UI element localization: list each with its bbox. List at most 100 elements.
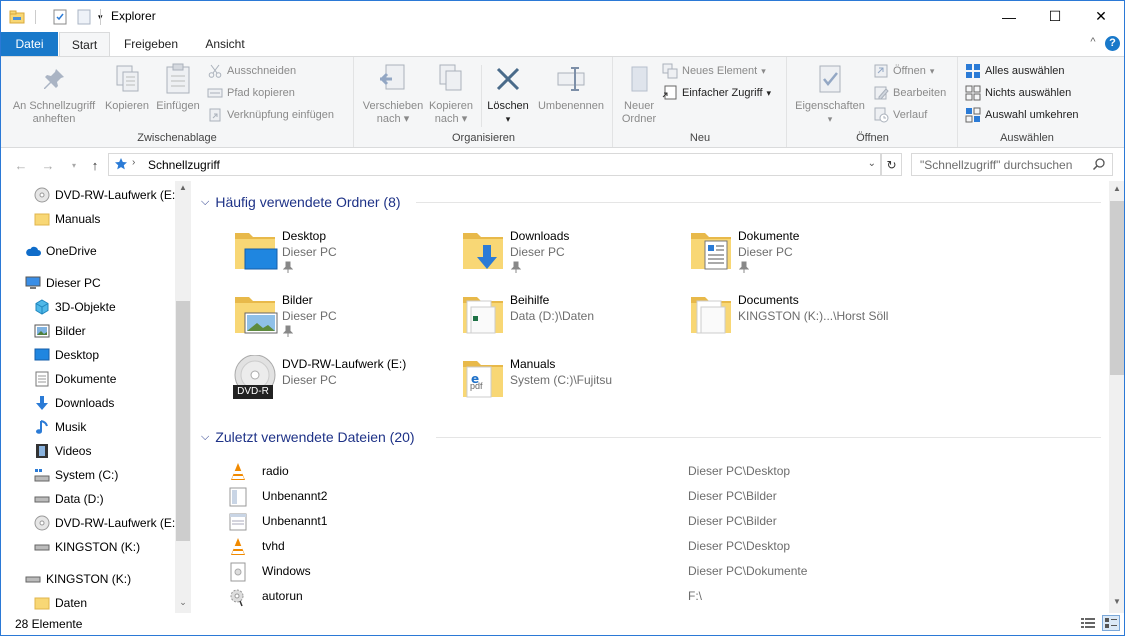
nav-item-daten[interactable]: Daten (1, 592, 175, 614)
collapse-ribbon-icon[interactable]: ^ (1086, 36, 1100, 50)
nav-item-3d-objects[interactable]: 3D-Objekte (1, 296, 175, 318)
drive-icon (34, 491, 50, 507)
easy-access-button[interactable]: Einfacher Zugriff ▾ (662, 83, 771, 103)
properties-button[interactable]: Eigenschaften ▾ (790, 63, 870, 126)
nav-item-videos[interactable]: Videos (1, 440, 175, 462)
dvd-icon (34, 515, 50, 531)
new-item-label: Neues Element (682, 65, 758, 77)
move-to-button[interactable]: Verschieben nach ▾ (357, 63, 429, 126)
nav-item-system-c[interactable]: System (C:) (1, 464, 175, 486)
address-dropdown-icon[interactable]: ⌄ (868, 158, 876, 169)
tile-dokumente[interactable]: Dokumente Dieser PC (687, 227, 887, 283)
documents-icon (34, 371, 50, 387)
tile-desktop[interactable]: Desktop Dieser PC (231, 227, 431, 283)
tab-start[interactable]: Start (59, 32, 110, 57)
select-none-button[interactable]: Nichts auswählen (965, 83, 1071, 103)
recent-file-row[interactable]: Unbenannt1 Dieser PC\Bilder (226, 509, 1096, 534)
maximize-button[interactable]: ☐ (1032, 1, 1078, 32)
nav-item-dvd-2[interactable]: DVD-RW-Laufwerk (E:) (1, 512, 179, 534)
nav-item-kingston[interactable]: KINGSTON (K:) (1, 536, 175, 558)
nav-item-bilder[interactable]: Bilder (1, 320, 175, 342)
search-box[interactable]: "Schnellzugriff" durchsuchen (911, 153, 1113, 176)
history-label: Verlauf (893, 109, 928, 121)
nav-item-kingston-root[interactable]: KINGSTON (K:) (1, 568, 175, 590)
nav-item-data-d[interactable]: Data (D:) (1, 488, 175, 510)
nav-item-onedrive[interactable]: OneDrive (1, 240, 175, 262)
select-all-button[interactable]: Alles auswählen (965, 61, 1065, 81)
tile-manuals[interactable]: e pdf Manuals System (C:)\Fujitsu (459, 355, 659, 411)
open-button[interactable]: Öffnen ▾ (873, 61, 934, 81)
open-label: Öffnen (893, 65, 926, 77)
dvd-badge: DVD-R (233, 385, 273, 399)
recent-file-row[interactable]: radio Dieser PC\Desktop (226, 459, 1096, 484)
file-path: Dieser PC\Desktop (688, 464, 791, 478)
nav-scrollbar[interactable]: ▲ ⌄ (175, 181, 191, 613)
forward-button[interactable]: → (39, 157, 57, 173)
pin-quick-access-button[interactable]: An Schnellzugriff anheften (5, 63, 103, 126)
details-view-icon[interactable] (1080, 616, 1096, 630)
pin-label-2: anheften (32, 113, 76, 125)
edit-button[interactable]: Bearbeiten (873, 83, 946, 103)
pin-icon (738, 261, 750, 273)
nav-item-dokumente[interactable]: Dokumente (1, 368, 175, 390)
scroll-up-icon[interactable]: ▲ (1109, 184, 1124, 196)
scroll-down-icon[interactable]: ▼ (1109, 597, 1124, 609)
copy-button[interactable]: Kopieren (102, 63, 152, 113)
minimize-button[interactable]: — (986, 1, 1032, 32)
help-icon[interactable]: ? (1105, 36, 1120, 51)
address-bar[interactable]: › Schnellzugriff ⌄ (108, 153, 881, 176)
nav-item-desktop[interactable]: Desktop (1, 344, 175, 366)
properties-qat-icon[interactable] (52, 9, 68, 25)
tile-beihilfe[interactable]: Beihilfe Data (D:)\Daten (459, 291, 659, 347)
recent-file-row[interactable]: Windows Dieser PC\Dokumente (226, 559, 1096, 584)
paste-shortcut-button[interactable]: Verknüpfung einfügen (207, 105, 334, 125)
recent-file-row[interactable]: autorun F:\ (226, 584, 1096, 609)
tiles-view-icon[interactable] (1102, 615, 1120, 631)
back-button[interactable]: ← (12, 157, 30, 173)
section-divider (416, 202, 1101, 203)
tile-location: Dieser PC (282, 245, 337, 259)
refresh-button[interactable]: ↻ (881, 153, 902, 176)
group-clipboard: An Schnellzugriff anheften Kopieren Einf… (1, 57, 354, 147)
delete-button[interactable]: Löschen ▾ (483, 63, 533, 126)
new-folder-qat-icon[interactable] (76, 9, 92, 25)
invert-selection-button[interactable]: Auswahl umkehren (965, 105, 1079, 125)
paste-button[interactable]: Einfügen (153, 63, 203, 113)
up-button[interactable]: ↑ (86, 157, 104, 173)
copy-to-button[interactable]: Kopieren nach ▾ (425, 63, 477, 126)
new-item-button[interactable]: Neues Element ▾ (662, 61, 766, 81)
nav-scroll-down-icon[interactable]: ⌄ (175, 597, 191, 609)
history-button[interactable]: Verlauf (873, 105, 927, 125)
nav-item-manuals[interactable]: Manuals (1, 208, 175, 230)
nav-item-dvd[interactable]: DVD-RW-Laufwerk (E:) (1, 184, 179, 206)
recent-locations-button[interactable]: ▾ (65, 157, 83, 173)
tile-downloads[interactable]: Downloads Dieser PC (459, 227, 659, 283)
close-button[interactable]: ✕ (1078, 1, 1124, 32)
nav-item-downloads[interactable]: Downloads (1, 392, 175, 414)
nav-scroll-up-icon[interactable]: ▲ (175, 183, 191, 195)
tab-freigeben[interactable]: Freigeben (113, 32, 189, 56)
tile-documents[interactable]: Documents KINGSTON (K:)...\Horst Söll (687, 291, 888, 347)
scroll-thumb[interactable] (1110, 201, 1124, 375)
nav-scroll-thumb[interactable] (176, 301, 190, 541)
cut-button[interactable]: Ausschneiden (207, 61, 296, 81)
rename-button[interactable]: Umbenennen (531, 63, 611, 113)
tile-name: Documents (738, 293, 799, 307)
tile-location: Dieser PC (282, 373, 337, 387)
recent-file-row[interactable]: Unbenannt2 Dieser PC\Bilder (226, 484, 1096, 509)
tile-dvd[interactable]: DVD-R DVD-RW-Laufwerk (E:) Dieser PC (231, 354, 431, 411)
frequent-folders-title: Häufig verwendete Ordner (8) (215, 194, 401, 210)
recent-file-row[interactable]: tvhd Dieser PC\Desktop (226, 534, 1096, 559)
tile-bilder[interactable]: Bilder Dieser PC (231, 291, 431, 347)
frequent-folders-header[interactable]: ⌵ Häufig verwendete Ordner (8) (201, 191, 401, 213)
recent-files-header[interactable]: ⌵ Zuletzt verwendete Dateien (20) (201, 426, 415, 448)
copy-path-button[interactable]: Pfad kopieren (207, 83, 295, 103)
content-scrollbar[interactable]: ▲ ▼ (1109, 181, 1124, 613)
nav-item-musik[interactable]: Musik (1, 416, 175, 438)
nav-item-this-pc[interactable]: Dieser PC (1, 272, 175, 294)
new-folder-button[interactable]: Neuer Ordner (616, 63, 662, 126)
tab-ansicht[interactable]: Ansicht (191, 32, 259, 56)
tab-datei[interactable]: Datei (1, 32, 58, 56)
group-open: Eigenschaften ▾ Öffnen ▾ Bearbeiten Verl… (788, 57, 958, 147)
explorer-folder-icon[interactable] (9, 9, 25, 25)
